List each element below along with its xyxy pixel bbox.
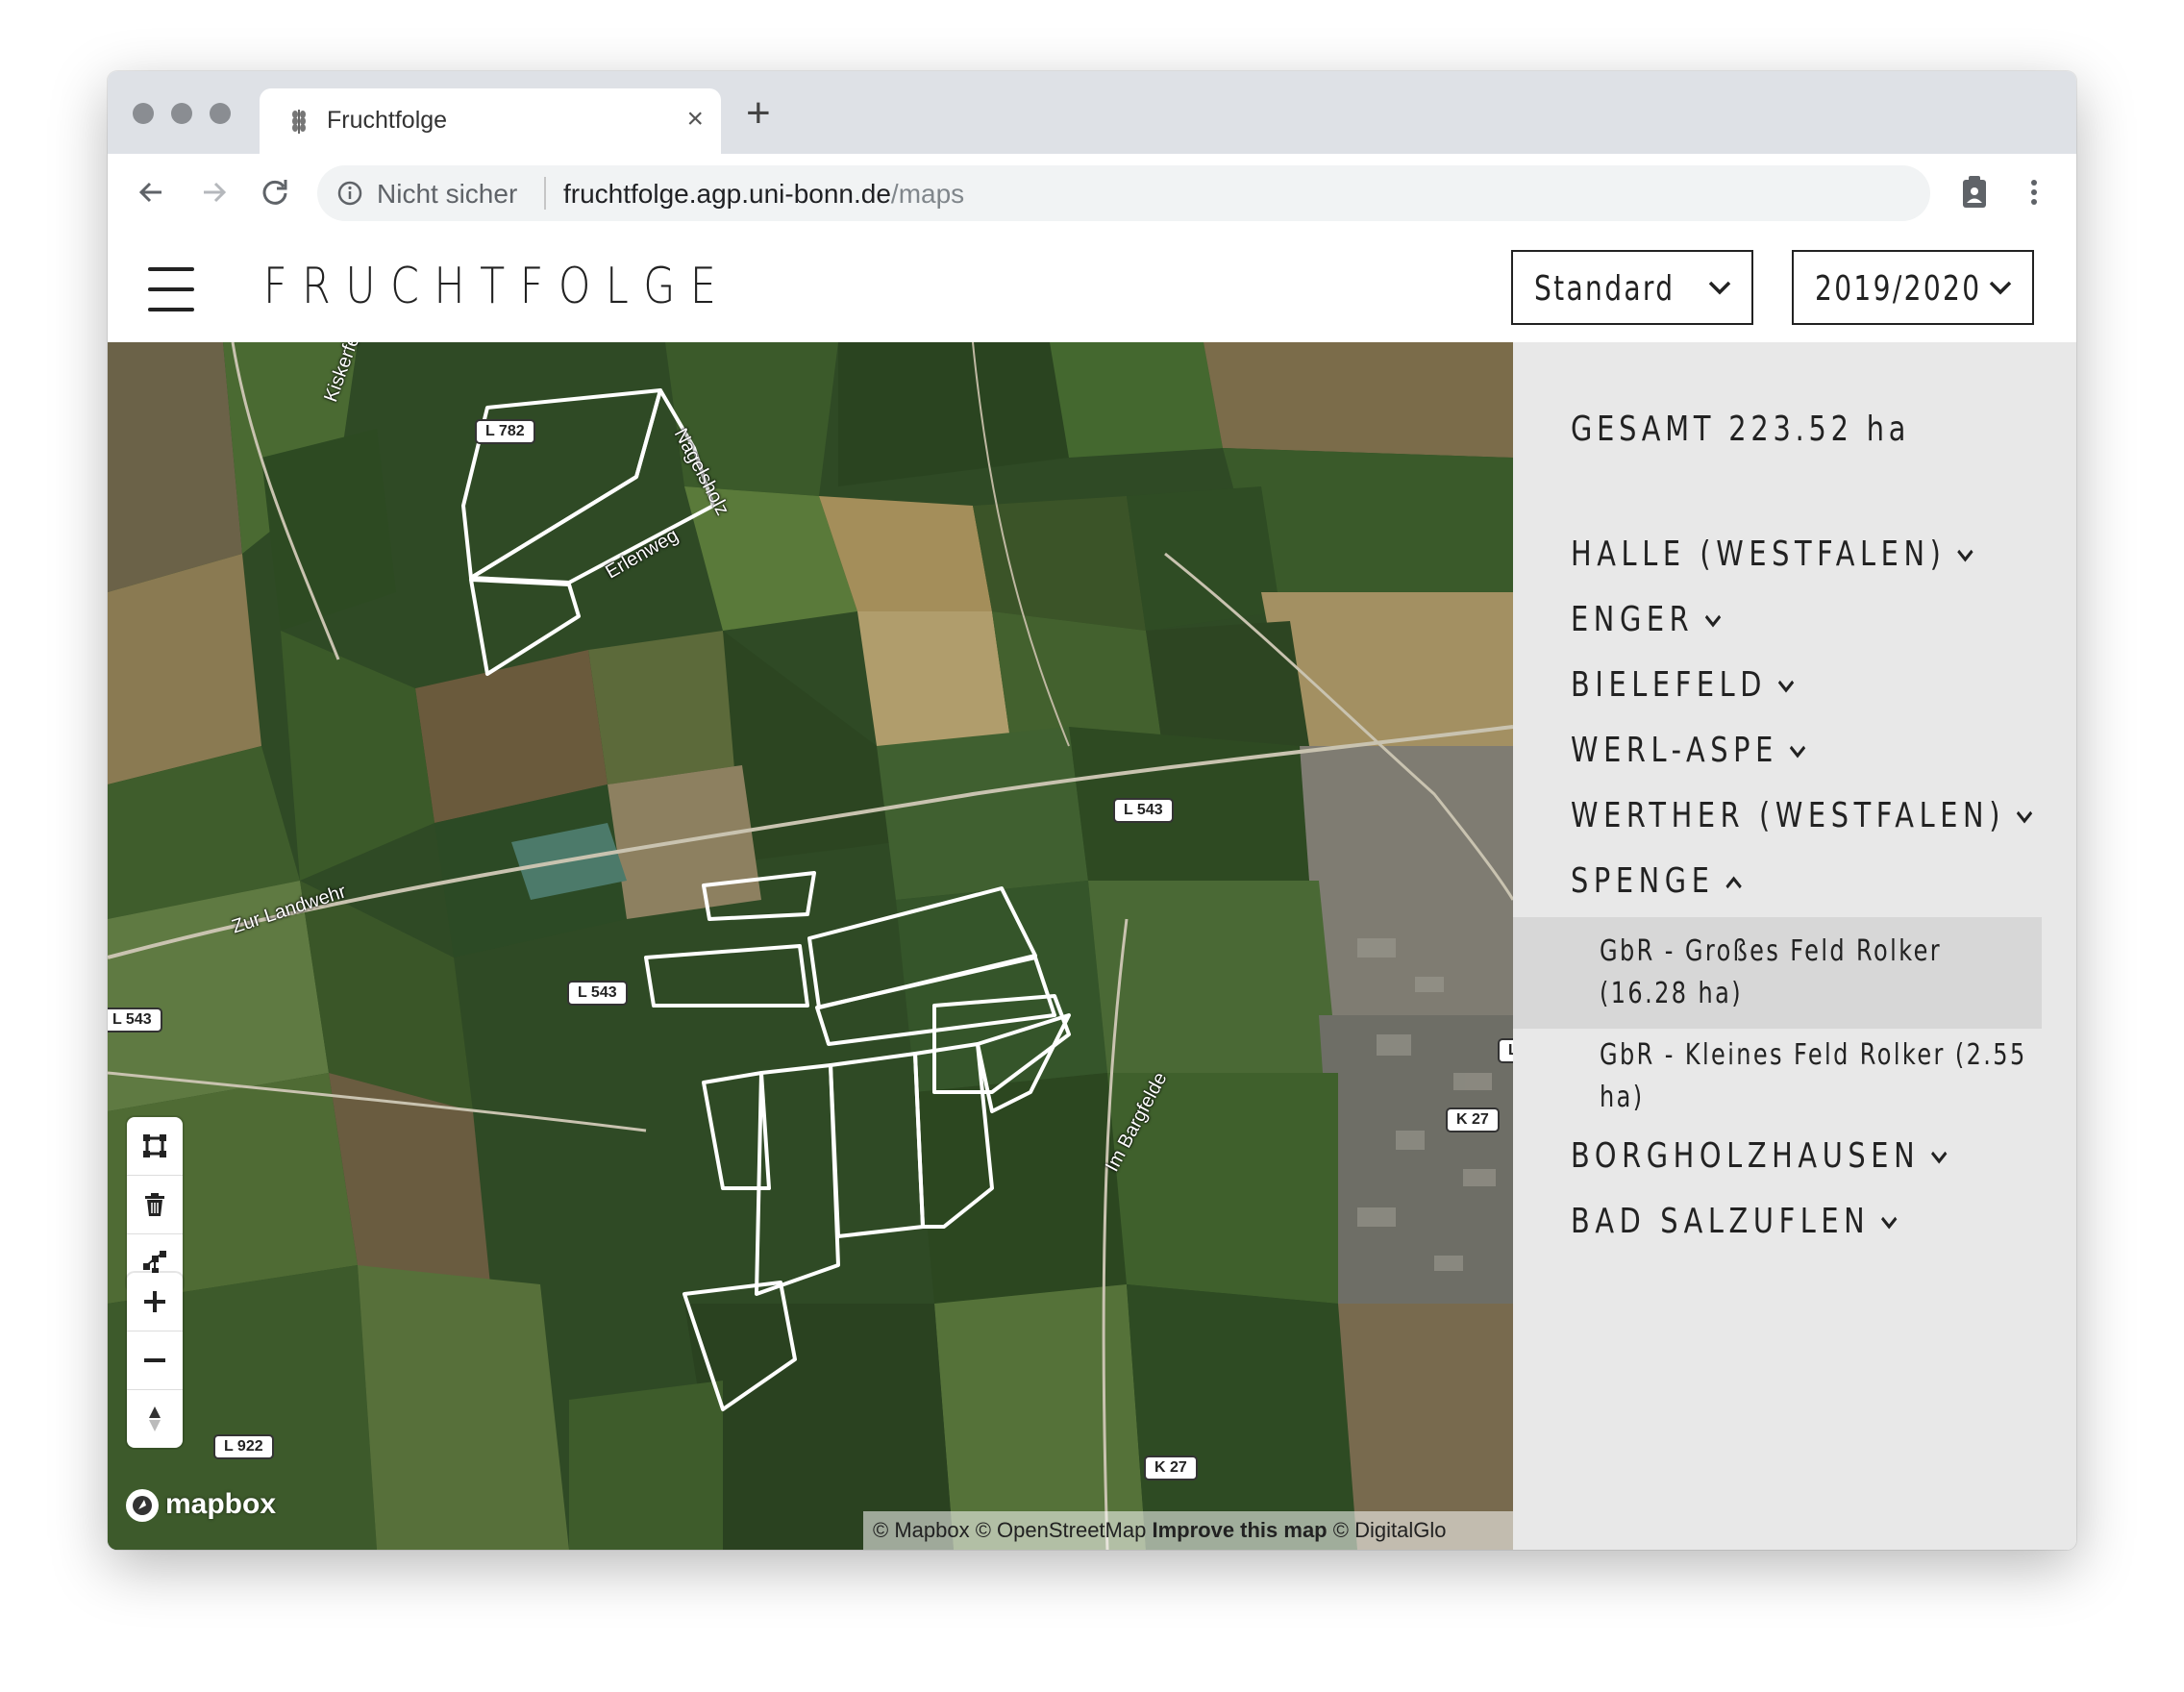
tab-title: Fruchtfolge <box>327 107 448 134</box>
year-select-value: 2019/2020 <box>1815 269 1982 309</box>
omnibox-divider <box>544 177 546 210</box>
zoom-in-button[interactable] <box>127 1273 183 1331</box>
chevron-down-icon <box>1789 745 1806 759</box>
total-area: GESAMT 223.52 ha <box>1571 410 1911 449</box>
location-label: BAD SALZUFLEN <box>1571 1202 1871 1241</box>
road-label: K 27 <box>1446 1107 1500 1132</box>
delete-button[interactable] <box>127 1176 183 1234</box>
browser-window: Fruchtfolge × + Nicht sicher fruchtfolge… <box>108 71 2076 1550</box>
reload-icon[interactable] <box>256 173 294 212</box>
navigation-controls <box>127 1273 183 1448</box>
location-label: BORGHOLZHAUSEN <box>1571 1136 1921 1176</box>
chevron-up-icon <box>1725 876 1742 889</box>
chevron-down-icon <box>1777 680 1795 693</box>
extension-clipboard-icon[interactable] <box>1955 173 1994 212</box>
compass-button[interactable] <box>127 1390 183 1448</box>
new-tab-button[interactable]: + <box>746 92 771 135</box>
chevron-down-icon <box>1989 281 2012 295</box>
polygon-draw-icon <box>143 1134 166 1157</box>
location-label: BIELEFELD <box>1571 665 1768 705</box>
location-werl-aspe[interactable]: WERL-ASPE <box>1571 731 1806 770</box>
road-label: L <box>1498 1038 1513 1063</box>
url-path: /maps <box>890 179 965 209</box>
polygon-draw-button[interactable] <box>127 1117 183 1176</box>
field-item-grosses-feld-rolker[interactable]: GbR - Großes Feld Rolker (16.28 ha) <box>1513 917 2042 1029</box>
window-minimize-dot[interactable] <box>171 103 192 124</box>
road-label: L 922 <box>213 1434 274 1459</box>
attribution-text-2[interactable]: © DigitalGlo <box>1333 1518 1447 1542</box>
location-bad-salzuflen[interactable]: BAD SALZUFLEN <box>1571 1202 1898 1241</box>
location-enger[interactable]: ENGER <box>1571 600 1722 639</box>
location-label: WERL-ASPE <box>1571 731 1778 770</box>
window-close-dot[interactable] <box>133 103 154 124</box>
url-text: fruchtfolge.agp.uni-bonn.de/maps <box>563 179 964 210</box>
security-label: Nicht sicher <box>377 179 518 209</box>
chevron-down-icon <box>1957 549 1973 562</box>
wheat-favicon-icon <box>292 110 306 134</box>
app-header: FRUCHTFOLGE Standard 2019/2020 <box>108 231 2076 342</box>
chevron-down-icon <box>1881 1216 1898 1230</box>
location-halle-westfalen[interactable]: HALLE (WESTFALEN) <box>1571 535 1973 574</box>
location-borgholzhausen[interactable]: BORGHOLZHAUSEN <box>1571 1136 1948 1176</box>
satellite-imagery <box>108 342 1513 1550</box>
chevron-down-icon <box>1705 614 1722 628</box>
address-bar[interactable]: Nicht sicher fruchtfolge.agp.uni-bonn.de… <box>317 165 1930 221</box>
location-label: SPENGE <box>1571 861 1715 901</box>
window-zoom-dot[interactable] <box>210 103 231 124</box>
browser-toolbar: Nicht sicher fruchtfolge.agp.uni-bonn.de… <box>108 154 2076 232</box>
view-select[interactable]: Standard <box>1511 250 1753 325</box>
improve-map-link[interactable]: Improve this map <box>1152 1518 1327 1542</box>
draw-controls <box>127 1117 183 1292</box>
url-host: fruchtfolge.agp.uni-bonn.de <box>563 179 891 209</box>
browser-tab[interactable]: Fruchtfolge × <box>260 88 721 154</box>
road-label: L 543 <box>567 981 628 1006</box>
year-select[interactable]: 2019/2020 <box>1792 250 2034 325</box>
zoom-out-button[interactable] <box>127 1331 183 1390</box>
view-select-value: Standard <box>1534 269 1675 309</box>
location-label: HALLE (WESTFALEN) <box>1571 535 1947 574</box>
back-arrow-icon[interactable] <box>133 173 171 212</box>
road-label: K 27 <box>1144 1456 1198 1480</box>
mapbox-logo-icon <box>126 1489 159 1522</box>
satellite-map[interactable]: L 782 L 543 L 543 L 543 K 27 K 27 L 922 … <box>108 342 1513 1550</box>
zoom-in-icon <box>144 1291 165 1312</box>
mapbox-logo-text: mapbox <box>165 1488 277 1520</box>
attribution-text[interactable]: © Mapbox © OpenStreetMap <box>873 1518 1146 1542</box>
field-label: GbR - Kleines Feld Rolker (2.55 ha) <box>1600 1038 2027 1114</box>
tab-close-icon[interactable]: × <box>686 102 704 137</box>
location-label: WERTHER (WESTFALEN) <box>1571 796 2006 835</box>
field-label: GbR - Großes Feld Rolker (16.28 ha) <box>1600 934 1943 1010</box>
app-title: FRUCHTFOLGE <box>263 258 732 315</box>
field-item-kleines-feld-rolker[interactable]: GbR - Kleines Feld Rolker (2.55 ha) <box>1513 1021 2042 1132</box>
app-root: FRUCHTFOLGE Standard 2019/2020 L 782 L 5… <box>108 231 2076 1550</box>
fields-sidebar: GESAMT 223.52 ha HALLE (WESTFALEN) ENGER… <box>1513 342 2076 1550</box>
location-spenge[interactable]: SPENGE <box>1571 861 1742 901</box>
map-attribution: © Mapbox © OpenStreetMap Improve this ma… <box>863 1511 1513 1550</box>
location-label: ENGER <box>1571 600 1695 639</box>
info-icon[interactable] <box>336 180 363 207</box>
compass-icon <box>149 1406 161 1431</box>
zoom-out-icon <box>144 1358 165 1362</box>
trash-icon <box>145 1193 164 1216</box>
chevron-down-icon <box>2016 810 2033 824</box>
location-bielefeld[interactable]: BIELEFELD <box>1571 665 1795 705</box>
road-label: L 543 <box>1113 798 1174 823</box>
road-label: L 543 <box>108 1008 162 1033</box>
road-label: L 782 <box>475 419 535 444</box>
chevron-down-icon <box>1708 281 1731 295</box>
location-werther-westfalen[interactable]: WERTHER (WESTFALEN) <box>1571 796 2033 835</box>
tab-strip: Fruchtfolge × + <box>108 71 2076 154</box>
forward-arrow-icon[interactable] <box>194 173 233 212</box>
menu-kebab-icon[interactable] <box>2015 173 2053 212</box>
chevron-down-icon <box>1931 1151 1948 1164</box>
hamburger-menu-icon[interactable] <box>148 265 194 313</box>
